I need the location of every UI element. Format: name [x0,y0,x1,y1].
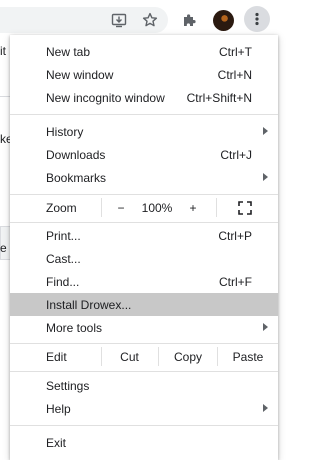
zoom-out-button[interactable]: − [110,196,132,219]
menu-separator [10,194,278,195]
menu-item-shortcut: Ctrl+N [217,67,252,82]
submenu-arrow-icon [263,404,268,412]
menu-item-label: Find... [46,274,80,289]
zoom-divider [101,198,102,217]
menu-item-label: History [46,124,84,139]
menu-item-downloads[interactable]: Downloads Ctrl+J [10,143,278,166]
submenu-arrow-icon [263,127,268,135]
menu-separator [10,114,278,115]
install-app-icon[interactable] [107,8,131,32]
extensions-puzzle-icon[interactable] [178,8,202,32]
menu-item-find[interactable]: Find... Ctrl+F [10,270,278,293]
menu-item-shortcut: Ctrl+Shift+N [186,90,252,105]
paste-button[interactable]: Paste [218,345,278,368]
menu-item-label: Cast... [46,251,81,266]
menu-item-label: Help [46,401,71,416]
menu-item-label: New window [46,67,114,82]
menu-item-install-app[interactable]: Install Drowex... [10,293,278,316]
page-text-fragment: e [0,241,7,255]
menu-item-cast[interactable]: Cast... [10,247,278,270]
menu-edit-row: Edit Cut Copy Paste [10,345,278,368]
menu-separator [10,343,278,344]
menu-separator [10,222,278,223]
zoom-divider [216,198,217,217]
menu-item-label: New incognito window [46,90,165,105]
zoom-label: Zoom [46,200,77,215]
menu-item-history[interactable]: History [10,120,278,143]
menu-item-new-incognito-window[interactable]: New incognito window Ctrl+Shift+N [10,86,278,109]
fullscreen-icon[interactable] [235,196,255,219]
menu-item-new-tab[interactable]: New tab Ctrl+T [10,40,278,63]
page-text-fragment: it [0,44,6,58]
bookmark-star-icon[interactable] [138,8,162,32]
menu-item-help[interactable]: Help [10,397,278,420]
browser-toolbar [0,0,282,38]
chrome-main-menu: New tab Ctrl+T New window Ctrl+N New inc… [10,35,278,460]
profile-avatar[interactable] [211,8,235,32]
menu-zoom-row: Zoom − 100% + [10,196,278,219]
menu-item-label: Downloads [46,147,106,162]
menu-item-more-tools[interactable]: More tools [10,316,278,339]
menu-separator [10,371,278,372]
menu-item-new-window[interactable]: New window Ctrl+N [10,63,278,86]
menu-item-shortcut: Ctrl+F [219,274,252,289]
menu-separator [10,425,278,426]
menu-item-shortcut: Ctrl+P [218,228,252,243]
three-dot-menu-icon[interactable] [244,6,270,32]
copy-button[interactable]: Copy [159,345,217,368]
zoom-in-button[interactable]: + [182,196,204,219]
menu-item-label: Print... [46,228,81,243]
menu-item-label: Settings [46,378,90,393]
cut-button[interactable]: Cut [101,345,158,368]
submenu-arrow-icon [263,173,268,181]
menu-item-print[interactable]: Print... Ctrl+P [10,224,278,247]
zoom-level-value: 100% [141,200,173,215]
menu-item-label: Install Drowex... [46,297,132,312]
menu-item-shortcut: Ctrl+J [220,147,252,162]
menu-item-shortcut: Ctrl+T [219,44,252,59]
menu-item-exit[interactable]: Exit [10,431,278,454]
menu-item-label: New tab [46,44,91,59]
menu-item-bookmarks[interactable]: Bookmarks [10,166,278,189]
menu-item-label: Exit [46,435,67,450]
edit-label: Edit [46,349,67,364]
menu-item-label: Bookmarks [46,170,107,185]
menu-item-label: More tools [46,320,103,335]
submenu-arrow-icon [263,323,268,331]
menu-item-settings[interactable]: Settings [10,374,278,397]
